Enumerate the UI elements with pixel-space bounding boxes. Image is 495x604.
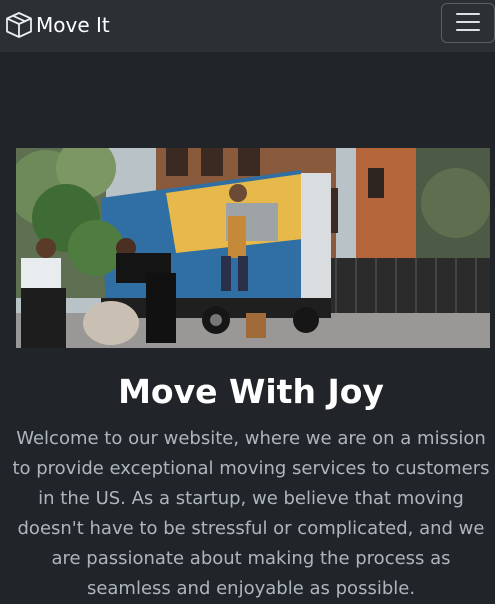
brand-label: Move It [36,13,110,37]
hamburger-menu-icon [455,11,481,36]
hero-title: Move With Joy [118,372,384,411]
hero-description: Welcome to our website, where we are on … [12,428,490,599]
box-icon [4,10,36,40]
hero-image [16,148,490,348]
brand-link[interactable]: Move It [4,8,110,42]
navbar: Move It [0,0,495,52]
navbar-toggler-button[interactable] [441,3,495,43]
